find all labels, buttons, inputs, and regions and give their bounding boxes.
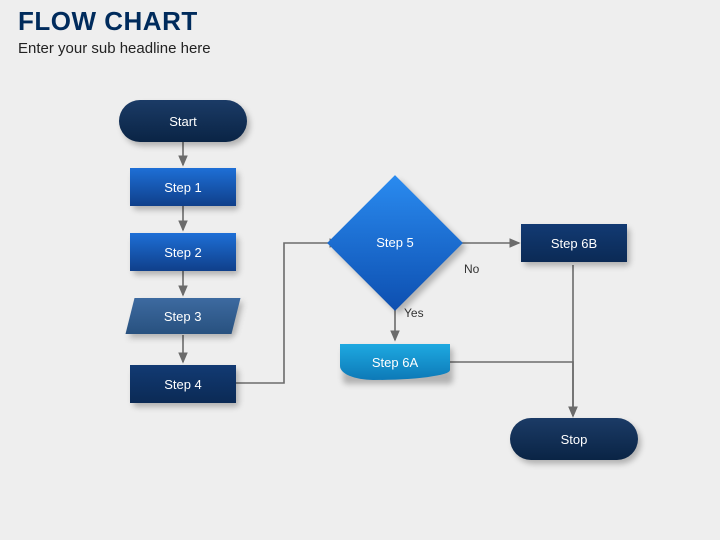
node-label: Step 3	[164, 309, 202, 324]
node-label: Start	[169, 114, 196, 129]
node-step4: Step 4	[130, 365, 236, 403]
node-step1: Step 1	[130, 168, 236, 206]
node-label: Step 6B	[551, 236, 597, 251]
slide-title: FLOW CHART	[18, 6, 198, 37]
label-no: No	[464, 262, 479, 276]
node-step6b: Step 6B	[521, 224, 627, 262]
node-step6a: Step 6A	[340, 344, 450, 380]
node-stop: Stop	[510, 418, 638, 460]
node-step2: Step 2	[130, 233, 236, 271]
node-label: Step 4	[164, 377, 202, 392]
node-label: Step 1	[164, 180, 202, 195]
node-label: Step 2	[164, 245, 202, 260]
slide: FLOW CHART Enter your sub headline here …	[0, 0, 720, 540]
label-yes: Yes	[404, 306, 424, 320]
node-step3: Step 3	[126, 298, 241, 334]
node-start: Start	[119, 100, 247, 142]
node-label: Stop	[561, 432, 588, 447]
slide-subtitle: Enter your sub headline here	[18, 40, 211, 57]
node-label: Step 6A	[372, 355, 418, 370]
node-label: Step 5	[370, 235, 420, 250]
